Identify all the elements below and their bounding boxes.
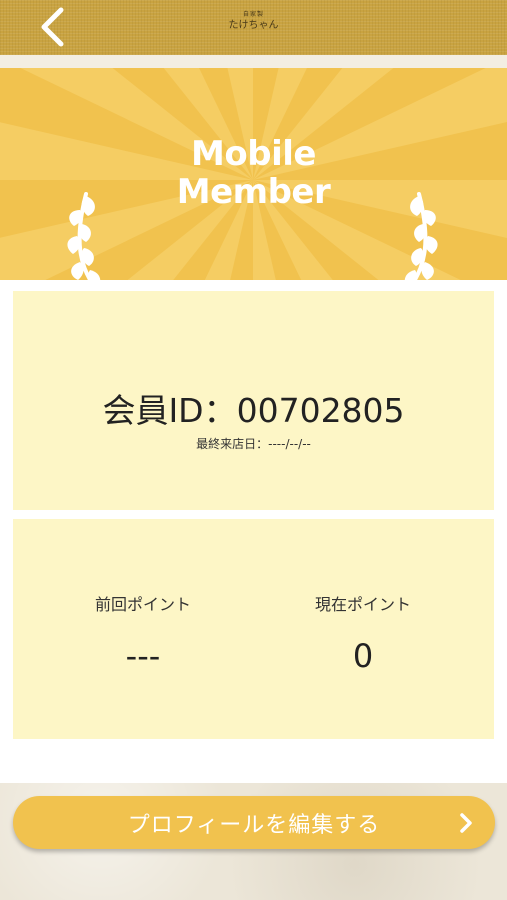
header-divider (0, 55, 507, 68)
last-visit-date: 最終来店日：----/--/-- (196, 437, 311, 451)
footer-area: プロフィールを編集する (0, 783, 507, 900)
chevron-right-icon (460, 813, 472, 833)
previous-points: 前回ポイント --- (23, 591, 263, 675)
previous-points-value: --- (125, 637, 161, 675)
banner-title-line2: Member (176, 172, 331, 212)
current-points: 現在ポイント 0 (243, 591, 483, 675)
app-header: 自家製 たけちゃん (0, 0, 507, 55)
points-panel: 前回ポイント --- 現在ポイント 0 (13, 519, 494, 739)
chevron-left-icon (41, 7, 64, 47)
member-card: 会員ID：00702805 最終来店日：----/--/-- 前回ポイント --… (0, 280, 507, 783)
current-points-label: 現在ポイント (314, 595, 411, 614)
edit-profile-label: プロフィールを編集する (127, 812, 381, 838)
previous-points-label: 前回ポイント (94, 595, 191, 614)
mobile-member-banner: Mobile Member (0, 68, 507, 280)
brand-sub: 自家製 (242, 11, 264, 18)
banner-title: Mobile Member (0, 135, 507, 211)
current-points-value: 0 (352, 637, 374, 675)
member-id: 会員ID：00702805 (102, 391, 405, 430)
member-id-panel: 会員ID：00702805 最終来店日：----/--/-- (13, 291, 494, 510)
brand-logo: 自家製 たけちゃん (229, 12, 279, 31)
brand-name: たけちゃん (228, 20, 279, 31)
back-button[interactable] (30, 4, 74, 50)
edit-profile-button[interactable]: プロフィールを編集する (13, 796, 495, 849)
banner-title-line1: Mobile (191, 134, 316, 174)
